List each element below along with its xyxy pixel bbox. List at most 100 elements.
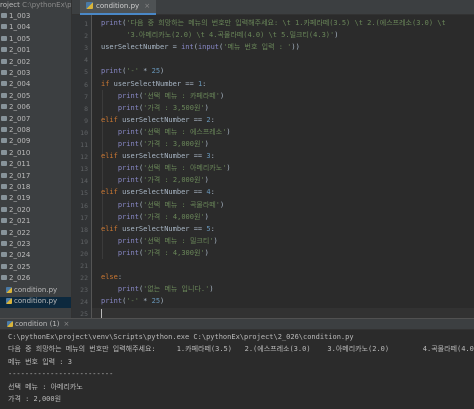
line-number: 10 (80, 128, 88, 137)
tree-folder-item[interactable]: 2_019 (0, 194, 71, 205)
run-console[interactable]: C:\pythonEx\project\venv\Scripts\python.… (0, 330, 474, 409)
folder-icon (1, 275, 7, 281)
code-token: '선택 메뉴 : 에스프레소' (143, 127, 227, 136)
code-token: ) (209, 285, 214, 294)
folder-icon (1, 263, 7, 269)
editor-tab-bar: condition.py × (72, 0, 474, 15)
code-token: ) (204, 103, 209, 112)
code-token: print (101, 67, 123, 76)
tree-folder-item[interactable]: 2_010 (0, 149, 71, 160)
tree-folder-item[interactable]: 1_004 (0, 23, 71, 34)
tree-folder-item[interactable]: 2_008 (0, 126, 71, 137)
tree-folder-item[interactable]: 2_011 (0, 160, 71, 171)
console-output-line: 다음 중 희망하는 메뉴의 번호만 입력해주세요: 1.카페라떼(3.5) 2.… (8, 345, 474, 354)
code-line: print('선택 메뉴 : 밀크티') (101, 236, 218, 247)
code-token: userSelectNumber == (122, 115, 207, 124)
tree-item-label: 2_019 (9, 194, 31, 203)
code-token: ) (204, 248, 209, 257)
folder-icon (1, 149, 7, 155)
tree-file-item[interactable]: condition.py (0, 297, 71, 308)
tree-item-label: 2_005 (9, 91, 31, 100)
code-token: : (202, 79, 207, 88)
tree-item-label: 2_002 (9, 57, 31, 66)
folder-icon (1, 92, 7, 98)
tree-item-label: 2_022 (9, 228, 31, 237)
code-line: print('가격 : 2,000원') (101, 175, 209, 186)
folder-icon (1, 115, 7, 121)
tree-folder-item[interactable]: 2_005 (0, 91, 71, 103)
code-token: print (101, 200, 139, 209)
code-token: '-' (126, 67, 139, 76)
tree-folder-item[interactable]: 1_003 (0, 12, 71, 23)
console-output-line: ------------------------- (8, 370, 114, 379)
tree-folder-item[interactable]: 2_009 (0, 137, 71, 148)
code-line: print('가격 : 3,000원') (101, 139, 209, 150)
tree-folder-item[interactable]: 2_004 (0, 80, 71, 91)
folder-icon (1, 47, 7, 53)
project-root[interactable]: roject C:\pythonEx\p (0, 1, 71, 12)
tree-folder-item[interactable]: 2_025 (0, 262, 71, 274)
code-token: print (101, 103, 139, 112)
tree-folder-item[interactable]: 2_022 (0, 228, 71, 240)
folder-icon (1, 218, 7, 224)
run-tab-condition[interactable]: condition (1) × (3, 319, 73, 330)
folder-icon (1, 70, 7, 75)
line-number: 11 (80, 141, 88, 149)
code-token: 25 (151, 297, 161, 306)
tree-folder-item[interactable]: 2_024 (0, 251, 71, 262)
code-token: else (101, 273, 118, 282)
folder-icon (1, 206, 7, 212)
tree-folder-item[interactable]: 2_023 (0, 240, 71, 251)
code-token: '가격 : 4,300원' (143, 248, 205, 257)
current-line-highlight (92, 308, 474, 318)
code-token: '가격 : 2,000원' (143, 176, 205, 185)
tree-folder-item[interactable]: 2_002 (0, 57, 71, 69)
tree-folder-item[interactable]: 1_005 (0, 35, 71, 46)
code-token: '다음 중 희망하는 메뉴의 번호만 입력해주세요: \t 1.카페라떼(3.5… (126, 19, 450, 27)
tree-folder-item[interactable]: 2_020 (0, 205, 71, 217)
folder-icon (1, 172, 7, 178)
close-tab-icon[interactable]: × (144, 2, 150, 10)
tree-folder-item[interactable]: 2_018 (0, 183, 71, 194)
tree-folder-item[interactable]: 2_007 (0, 114, 71, 126)
tree-folder-item[interactable]: 2_017 (0, 172, 71, 183)
code-token: ) (160, 67, 165, 76)
close-run-tab-icon[interactable]: × (64, 320, 70, 328)
tree-item-label: 2_008 (9, 126, 31, 134)
code-token: ) (219, 91, 225, 100)
tree-folder-item[interactable]: 2_001 (0, 46, 71, 57)
code-token: print (101, 140, 139, 148)
code-token: : (210, 115, 215, 124)
code-token: print (101, 297, 123, 306)
tab-condition-py[interactable]: condition.py × (80, 0, 157, 15)
code-token: * (138, 67, 152, 76)
code-token: ) (334, 31, 339, 40)
code-token: print (101, 212, 139, 221)
tree-item-label: 2_025 (9, 262, 31, 271)
code-line: else: (101, 272, 122, 283)
code-line: print('가격 : 4,000원') (101, 212, 209, 223)
console-output-line: 선택 메뉴 : 아메리카노 (8, 382, 83, 391)
line-number: 22 (80, 274, 88, 283)
tree-item-label: 2_020 (9, 205, 31, 214)
code-token: elif (101, 224, 123, 233)
code-token: '가격 : 4,000원' (143, 212, 205, 221)
code-line: print('가격 : 4,300원') (101, 248, 209, 259)
tree-folder-item[interactable]: 2_006 (0, 103, 71, 114)
code-token: ) (219, 200, 225, 209)
code-token: print (101, 285, 139, 294)
line-number: 9 (84, 116, 88, 125)
tree-item-label: 2_024 (9, 251, 31, 260)
tree-folder-item[interactable]: 2_003 (0, 69, 71, 80)
tree-file-item[interactable]: condition.py (0, 286, 71, 297)
tree-folder-item[interactable]: 2_026 (0, 274, 71, 285)
tree-item-label: 2_009 (9, 137, 31, 146)
tree-item-label: 2_007 (9, 114, 31, 123)
code-line: elif userSelectNumber == 3: (101, 151, 215, 162)
line-number: 8 (84, 104, 88, 113)
code-token: '없는 메뉴 입니다.' (143, 285, 210, 294)
code-token: '-' (126, 297, 139, 306)
line-number: 18 (80, 225, 88, 234)
tree-folder-item[interactable]: 2_021 (0, 217, 71, 228)
code-editor[interactable]: print('다음 중 희망하는 메뉴의 번호만 입력해주세요: \t 1.카페… (92, 15, 474, 318)
